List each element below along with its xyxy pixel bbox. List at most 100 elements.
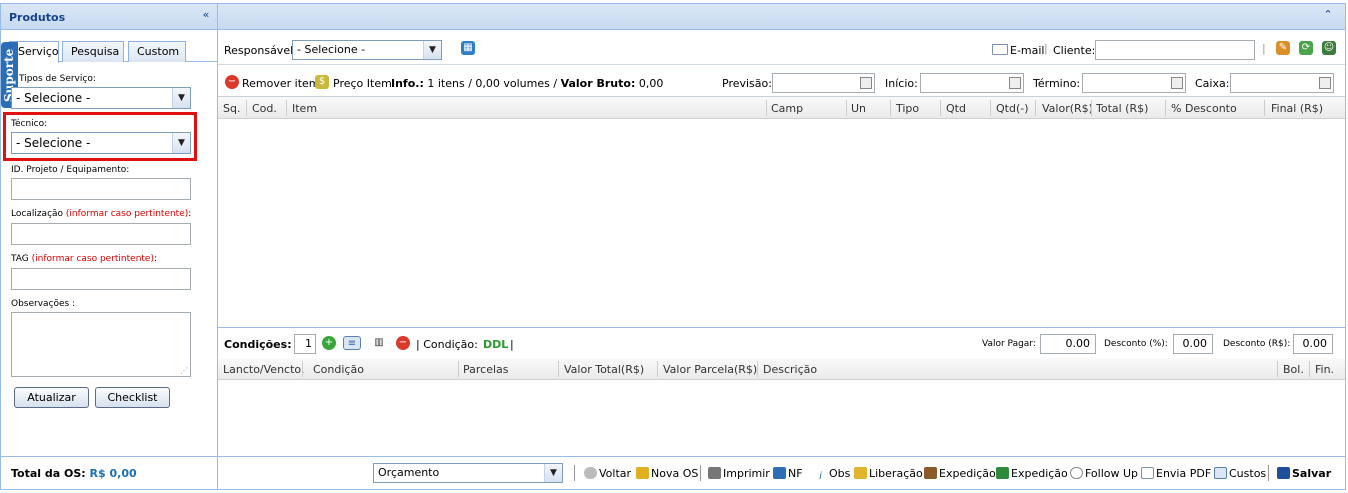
envia-pdf-button[interactable]: Envia PDF (1141, 467, 1211, 480)
col-sq[interactable]: Sq. (223, 102, 240, 115)
cliente-label: Cliente: (1053, 44, 1096, 57)
remove-icon[interactable]: − (225, 75, 239, 89)
expedicao-excel-button[interactable]: Expedição (996, 467, 1068, 480)
column-separator (940, 100, 941, 116)
nf-button[interactable]: NF (773, 467, 803, 480)
col-qtd-minus[interactable]: Qtd(-) (996, 102, 1029, 115)
col-camp[interactable]: Camp (771, 102, 803, 115)
imprimir-label: Imprimir (723, 467, 770, 480)
resize-grip-icon[interactable]: ⋰ (180, 366, 188, 375)
column-separator (458, 361, 459, 377)
custos-button[interactable]: Custos (1214, 467, 1266, 480)
status-select[interactable]: Orçamento ▼ (373, 463, 563, 483)
payments-grid-body[interactable] (218, 380, 1345, 458)
col-qtd[interactable]: Qtd (946, 102, 966, 115)
desconto-rs-input[interactable]: 0.00 (1293, 334, 1333, 354)
email-link[interactable]: E-mail (1010, 44, 1045, 57)
id-projeto-input[interactable] (11, 178, 191, 200)
col-valor-parcela[interactable]: Valor Parcela(R$) (663, 363, 757, 376)
col-valor[interactable]: Valor(R$) (1042, 102, 1093, 115)
collapse-left-icon[interactable]: « (199, 8, 213, 22)
localizacao-label-text: Localização (11, 209, 64, 219)
collapse-up-icon[interactable]: ⌃ (1321, 8, 1335, 22)
tag-label: TAG (informar caso pertintente): (11, 254, 157, 264)
add-icon[interactable]: + (322, 336, 336, 350)
client-search-icon[interactable]: ✎ (1276, 41, 1290, 55)
desconto-pct-input[interactable]: 0.00 (1173, 334, 1213, 354)
follow-up-button[interactable]: Follow Up (1070, 467, 1138, 480)
calendar-icon[interactable] (860, 77, 872, 89)
tag-hint: (informar caso pertintente) (31, 254, 154, 264)
email-icon[interactable] (992, 44, 1008, 55)
valor-pagar-label: Valor Pagar: (982, 339, 1036, 349)
preco-item-button[interactable]: Preço Item (333, 77, 392, 90)
calculator-icon[interactable]: ▦ (461, 41, 475, 55)
expedicao-excel-label: Expedição (1011, 467, 1068, 480)
calendar-icon[interactable] (1171, 77, 1183, 89)
termino-date-input[interactable] (1082, 73, 1186, 93)
col-valor-total[interactable]: Valor Total(R$) (564, 363, 644, 376)
liberacao-button[interactable]: Liberação (854, 467, 923, 480)
checklist-button[interactable]: Checklist (95, 387, 170, 408)
actions-footer: Orçamento ▼ Voltar Nova OS Imprimir NF i… (218, 456, 1345, 489)
salvar-button[interactable]: Salvar (1277, 467, 1331, 480)
atualizar-button[interactable]: Atualizar (14, 387, 89, 408)
desconto-pct-label: Desconto (%): (1104, 339, 1168, 349)
user-add-icon[interactable]: ☺ (1322, 41, 1336, 55)
previsao-date-input[interactable] (772, 73, 875, 93)
salvar-label: Salvar (1292, 467, 1332, 480)
separator (574, 465, 575, 481)
localizacao-input[interactable] (11, 223, 191, 245)
col-total[interactable]: Total (R$) (1096, 102, 1148, 115)
tab-pesquisa[interactable]: Pesquisa (62, 41, 124, 62)
imprimir-button[interactable]: Imprimir (708, 467, 770, 480)
products-panel-header: Produtos « (1, 4, 217, 30)
tag-colon: : (153, 254, 158, 264)
remover-item-button[interactable]: Remover item (242, 77, 320, 90)
nf-label: NF (788, 467, 803, 480)
inicio-date-input[interactable] (920, 73, 1024, 93)
col-un[interactable]: Un (851, 102, 866, 115)
col-cod[interactable]: Cod. (252, 102, 277, 115)
tag-input[interactable] (11, 268, 191, 290)
items-grid-body[interactable] (218, 119, 1345, 327)
price-tag-icon[interactable]: $ (315, 75, 329, 89)
col-fin[interactable]: Fin. (1315, 363, 1334, 376)
table-icon (1214, 467, 1227, 479)
col-final[interactable]: Final (R$) (1271, 102, 1323, 115)
col-condicao[interactable]: Condição (313, 363, 364, 376)
col-lancto[interactable]: Lancto/Vencto. (223, 363, 304, 376)
tipos-servico-select[interactable]: - Selecione - ▼ (11, 87, 191, 109)
observacoes-label: Observações : (11, 299, 76, 309)
nova-os-label: Nova OS (651, 467, 699, 480)
obs-button[interactable]: i Obs (814, 467, 850, 483)
valor-pagar-input[interactable]: 0.00 (1040, 334, 1096, 354)
condicoes-qty-input[interactable]: 1 (294, 334, 316, 354)
refresh-icon[interactable]: ⟳ (1299, 41, 1313, 55)
col-tipo[interactable]: Tipo (896, 102, 919, 115)
remove-condition-icon[interactable]: − (396, 336, 410, 350)
col-desconto[interactable]: % Desconto (1171, 102, 1237, 115)
calendar-icon[interactable] (1009, 77, 1021, 89)
col-item[interactable]: Item (292, 102, 317, 115)
products-panel: Produtos « Serviço Pesquisa Custom Supor… (0, 3, 218, 490)
col-bol[interactable]: Bol. (1283, 363, 1304, 376)
column-separator (286, 100, 287, 116)
expedicao-truck-button[interactable]: Expedição (924, 467, 996, 480)
condicao-label: | Condição: (416, 338, 478, 351)
cliente-input[interactable] (1095, 40, 1255, 60)
tab-custom[interactable]: Custom (128, 41, 186, 62)
observacoes-textarea[interactable]: ⋰ (11, 312, 191, 377)
column-separator (1091, 100, 1092, 116)
total-label: Total da OS: (11, 467, 86, 480)
col-descricao[interactable]: Descrição (763, 363, 817, 376)
calendar-icon[interactable] (1319, 77, 1331, 89)
nova-os-button[interactable]: Nova OS (636, 467, 698, 480)
localizacao-label: Localização (informar caso pertintente): (11, 209, 191, 219)
responsavel-select[interactable]: - Selecione - ▼ (292, 40, 442, 60)
calendar-condition-icon[interactable]: ≡ (343, 336, 361, 350)
barcode-icon[interactable]: ▥ (369, 336, 389, 350)
caixa-date-input[interactable] (1230, 73, 1334, 93)
col-parcelas[interactable]: Parcelas (463, 363, 509, 376)
voltar-button[interactable]: Voltar (584, 467, 631, 480)
